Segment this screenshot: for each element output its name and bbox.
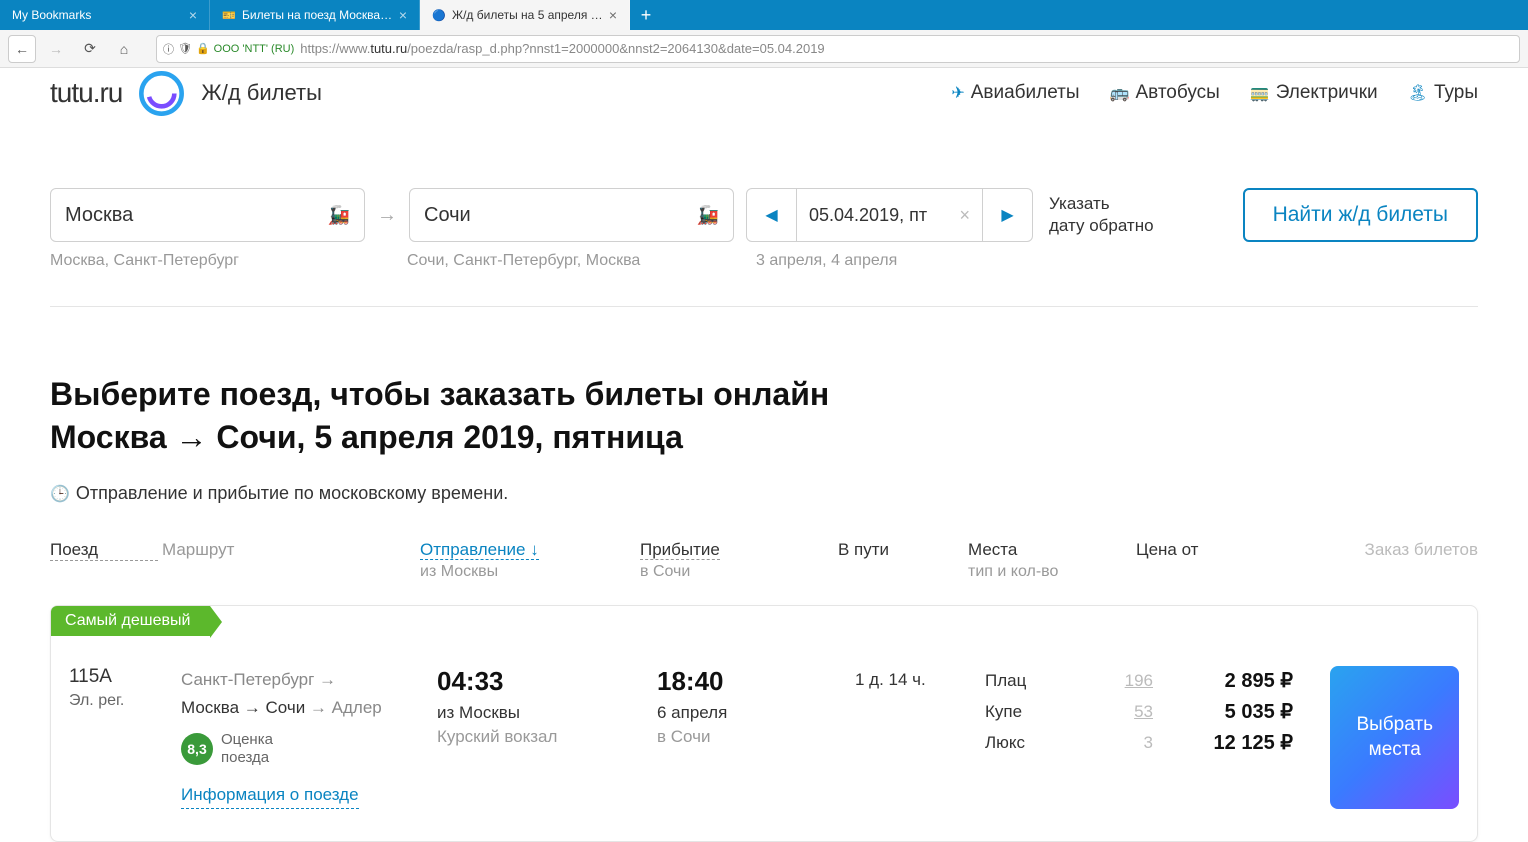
close-icon[interactable]: × bbox=[609, 7, 617, 23]
rating-badge: 8,3 bbox=[181, 733, 213, 765]
train-info-link[interactable]: Информация о поезде bbox=[181, 781, 359, 809]
tab-title: My Bookmarks bbox=[12, 8, 183, 22]
cheapest-badge: Самый дешевый bbox=[51, 606, 210, 636]
col-order: Заказ билетов bbox=[1276, 540, 1478, 581]
dep-from: из Москвы bbox=[437, 703, 657, 723]
train-number-block: 115А Эл. рег. bbox=[69, 666, 181, 809]
date-next-button[interactable]: ▶ bbox=[982, 189, 1032, 241]
date-input[interactable]: 05.04.2019, пт × bbox=[797, 189, 982, 241]
forward-button[interactable]: → bbox=[42, 35, 70, 63]
browser-nav-bar: ← → ⟳ ⌂ ⓘ 🛡 🔒 ООО 'NTT' (RU) https://www… bbox=[0, 30, 1528, 68]
arr-to: в Сочи bbox=[657, 727, 855, 747]
seat-counts: 196 53 3 bbox=[1095, 666, 1153, 809]
back-button[interactable]: ← bbox=[8, 35, 36, 63]
close-icon[interactable]: × bbox=[399, 7, 407, 23]
train-ereg: Эл. рег. bbox=[69, 692, 181, 710]
col-seats: Места тип и кол-во bbox=[968, 540, 1136, 581]
date-picker: ◀ 05.04.2019, пт × ▶ bbox=[746, 188, 1033, 242]
to-input[interactable]: Сочи 🚂 bbox=[409, 188, 734, 242]
col-train[interactable]: Поезд bbox=[50, 540, 158, 561]
date-hints[interactable]: 3 апреля, 4 апреля bbox=[756, 252, 897, 270]
train-icon: 🚂 bbox=[697, 205, 719, 226]
to-hints[interactable]: Сочи, Санкт-Петербург, Москва bbox=[407, 252, 744, 270]
timezone-note: 🕒 Отправление и прибытие по московскому … bbox=[50, 483, 1478, 504]
tab-title: Ж/д билеты на 5 апреля Мос... bbox=[452, 8, 603, 22]
divider bbox=[50, 306, 1478, 307]
dep-time: 04:33 bbox=[437, 666, 657, 697]
palm-icon: 🏝 bbox=[1408, 83, 1428, 103]
info-icon: ⓘ bbox=[163, 41, 174, 57]
plane-icon: ✈ bbox=[951, 83, 964, 103]
seat-types: Плац Купе Люкс bbox=[985, 666, 1095, 809]
results-header: Поезд Маршрут Отправление ↓ из Москвы Пр… bbox=[50, 540, 1478, 581]
top-nav: ✈Авиабилеты 🚌Автобусы 🚃Электрички 🏝Туры bbox=[951, 82, 1478, 104]
from-value: Москва bbox=[65, 204, 328, 227]
departure-block: 04:33 из Москвы Курский вокзал bbox=[437, 666, 657, 809]
new-tab-button[interactable]: + bbox=[630, 0, 662, 30]
nav-train[interactable]: 🚃Электрички bbox=[1250, 82, 1378, 104]
browser-tab[interactable]: 🎫 Билеты на поезд Москва Бол... × bbox=[210, 0, 420, 30]
clear-icon[interactable]: × bbox=[959, 205, 970, 226]
search-form: Москва 🚂 → Сочи 🚂 ◀ 05.04.2019, пт × ▶ У… bbox=[50, 188, 1478, 242]
date-value: 05.04.2019, пт bbox=[809, 205, 927, 226]
close-icon[interactable]: × bbox=[189, 7, 197, 23]
col-duration: В пути bbox=[838, 540, 968, 581]
train-icon: 🚃 bbox=[1250, 83, 1270, 103]
site-header: tutu.ru Ж/д билеты ✈Авиабилеты 🚌Автобусы… bbox=[50, 68, 1478, 118]
from-input[interactable]: Москва 🚂 bbox=[50, 188, 365, 242]
col-route: Маршрут bbox=[162, 540, 420, 581]
search-hints: Москва, Санкт-Петербург Сочи, Санкт-Пете… bbox=[50, 252, 1478, 270]
lock-icon: 🔒 bbox=[196, 42, 210, 55]
arr-date: 6 апреля bbox=[657, 703, 855, 723]
url-bar[interactable]: ⓘ 🛡 🔒 ООО 'NTT' (RU) https://www.tutu.ru… bbox=[156, 35, 1520, 63]
prices: 2 895 ₽ 5 035 ₽ 12 125 ₽ bbox=[1153, 666, 1293, 809]
search-button[interactable]: Найти ж/д билеты bbox=[1243, 188, 1478, 242]
bus-icon: 🚌 bbox=[1110, 83, 1130, 103]
to-value: Сочи bbox=[424, 204, 697, 227]
arrival-block: 18:40 6 апреля в Сочи bbox=[657, 666, 855, 809]
page-heading: Выберите поезд, чтобы заказать билеты он… bbox=[50, 373, 1478, 459]
browser-tab-bar: My Bookmarks × 🎫 Билеты на поезд Москва … bbox=[0, 0, 1528, 30]
col-arrival[interactable]: Прибытие в Сочи bbox=[640, 540, 838, 581]
section-title: Ж/д билеты bbox=[201, 80, 322, 106]
arrow-right-icon: → bbox=[377, 204, 397, 227]
return-date-link[interactable]: Указать дату обратно bbox=[1049, 193, 1154, 237]
url-text: https://www.tutu.ru/poezda/rasp_d.php?nn… bbox=[300, 41, 1513, 56]
nav-bus[interactable]: 🚌Автобусы bbox=[1110, 82, 1220, 104]
browser-tab-active[interactable]: 🔵 Ж/д билеты на 5 апреля Мос... × bbox=[420, 0, 630, 30]
dep-station: Курский вокзал bbox=[437, 727, 657, 747]
favicon-icon: 🎫 bbox=[222, 8, 236, 22]
date-prev-button[interactable]: ◀ bbox=[747, 189, 797, 241]
from-hints[interactable]: Москва, Санкт-Петербург bbox=[50, 252, 377, 270]
browser-tab[interactable]: My Bookmarks × bbox=[0, 0, 210, 30]
col-departure[interactable]: Отправление ↓ из Москвы bbox=[420, 540, 640, 581]
nav-tours[interactable]: 🏝Туры bbox=[1408, 82, 1478, 104]
home-button[interactable]: ⌂ bbox=[110, 35, 138, 63]
logo-swirl-icon bbox=[134, 66, 189, 121]
reload-button[interactable]: ⟳ bbox=[76, 35, 104, 63]
security-label: ООО 'NTT' (RU) bbox=[214, 43, 295, 55]
select-seats-button[interactable]: Выбрать места bbox=[1330, 666, 1459, 809]
clock-icon: 🕒 bbox=[50, 484, 70, 504]
tab-title: Билеты на поезд Москва Бол... bbox=[242, 8, 393, 22]
nav-avia[interactable]: ✈Авиабилеты bbox=[951, 82, 1079, 104]
shield-icon: 🛡 bbox=[178, 42, 192, 55]
col-price: Цена от bbox=[1136, 540, 1276, 581]
train-route: Санкт-Петербург → Москва → Сочи → Адлер … bbox=[181, 666, 437, 809]
train-number: 115А bbox=[69, 666, 181, 688]
train-card: Самый дешевый 115А Эл. рег. Санкт-Петерб… bbox=[50, 605, 1478, 842]
train-icon: 🚂 bbox=[328, 205, 350, 226]
security-indicator[interactable]: ⓘ 🛡 🔒 ООО 'NTT' (RU) bbox=[163, 41, 300, 57]
rating-label: Оценка поезда bbox=[221, 731, 273, 767]
arr-time: 18:40 bbox=[657, 666, 855, 697]
duration: 1 д. 14 ч. bbox=[855, 666, 985, 809]
logo[interactable]: tutu.ru bbox=[50, 77, 122, 109]
favicon-icon: 🔵 bbox=[432, 8, 446, 22]
